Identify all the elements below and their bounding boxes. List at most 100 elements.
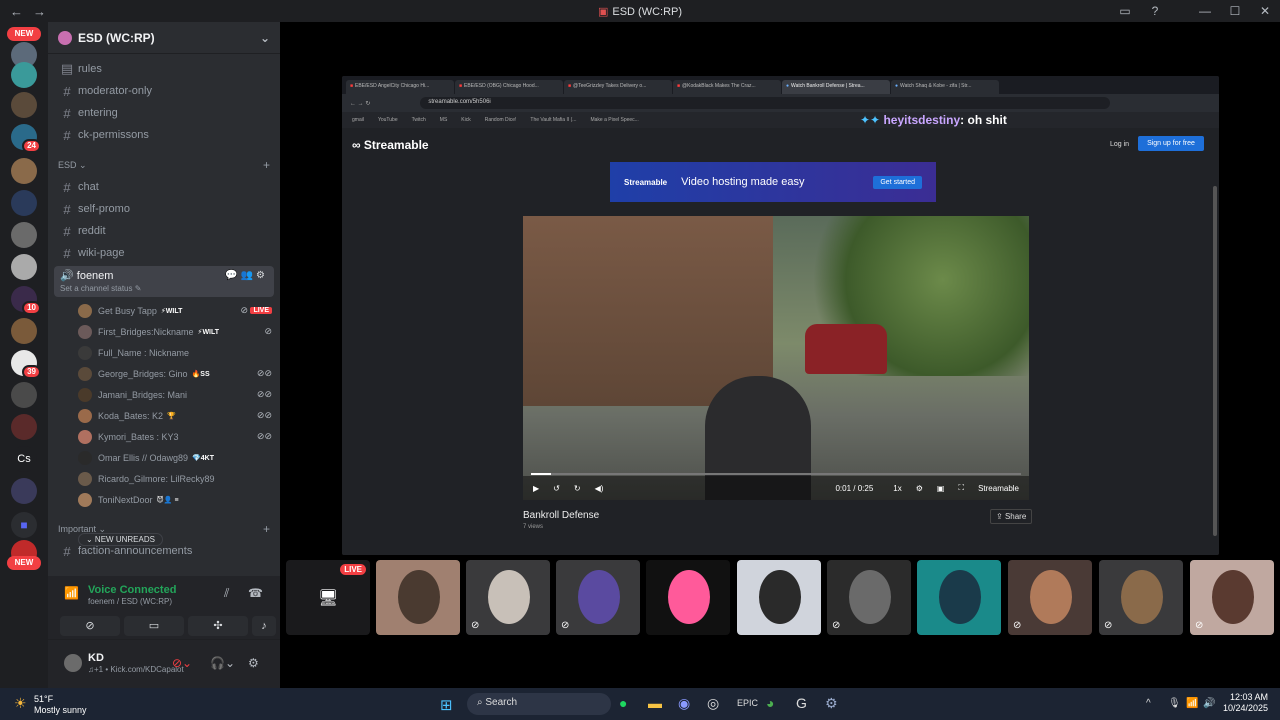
voice-member[interactable]: George_Bridges: Gino 🔥SS ⊘⊘ bbox=[48, 363, 280, 384]
settings-gear-icon[interactable]: ⚙ bbox=[248, 656, 259, 670]
chrome-icon[interactable]: ◕ bbox=[766, 695, 774, 711]
voice-member[interactable]: First_Bridges:Nickname ⚡WILT ⊘ bbox=[48, 321, 280, 342]
server-icon[interactable] bbox=[11, 478, 37, 504]
server-avatar bbox=[58, 30, 72, 45]
channel-ck-permissons[interactable]: # ck-permissons bbox=[48, 124, 280, 146]
participant-tile[interactable]: ⊘ bbox=[827, 560, 911, 635]
channel-moderator-only[interactable]: # moderator-only bbox=[48, 80, 280, 102]
avatar bbox=[78, 492, 92, 507]
voice-channel-actions[interactable]: 💬👥⚙ bbox=[225, 270, 268, 281]
file-explorer-icon[interactable]: ▬ bbox=[648, 695, 662, 711]
server-icon[interactable] bbox=[11, 318, 37, 344]
channel-reddit[interactable]: # reddit bbox=[48, 220, 280, 242]
user-avatar[interactable] bbox=[64, 654, 82, 672]
back-arrow-icon[interactable]: ← bbox=[10, 4, 23, 19]
server-icon[interactable] bbox=[11, 414, 37, 440]
voice-member[interactable]: Ricardo_Gilmore: LilRecky89 bbox=[48, 468, 280, 489]
server-header[interactable]: ESD (WC:RP) ⌄ bbox=[48, 22, 280, 54]
taskbar-search[interactable]: ⌕ Search bbox=[467, 693, 611, 715]
participant-tile[interactable] bbox=[917, 560, 1001, 635]
new-badge-bottom[interactable]: NEW bbox=[7, 556, 41, 570]
tray-wifi-icon[interactable]: 📶 bbox=[1186, 698, 1198, 709]
server-icon[interactable] bbox=[11, 92, 37, 118]
channel-self-promo[interactable]: # self-promo bbox=[48, 198, 280, 220]
inbox-icon[interactable]: ▭ bbox=[1110, 4, 1140, 18]
participant-tile[interactable]: ⊘ bbox=[1190, 560, 1274, 635]
channel-rules[interactable]: ▤ rules bbox=[48, 58, 280, 80]
channel-status[interactable]: Set a channel status ✎ bbox=[60, 284, 268, 293]
add-channel-icon[interactable]: + bbox=[263, 158, 270, 172]
close-icon[interactable]: ✕ bbox=[1250, 4, 1280, 18]
category-esd[interactable]: ESD ⌄ + bbox=[48, 154, 280, 176]
browser-tab[interactable]: ■ @KodakBlack Makes The Craz... bbox=[673, 80, 781, 94]
taskbar-clock[interactable]: 12:03 AM 10/24/2025 bbox=[1223, 692, 1268, 714]
signal-icon[interactable]: 📶 bbox=[64, 586, 79, 600]
app-icon[interactable]: ◎ bbox=[707, 695, 719, 712]
mute-mic-icon[interactable]: ⊘⌄ bbox=[172, 656, 192, 670]
noise-suppression-icon[interactable]: ⫽ bbox=[224, 586, 229, 601]
participant-tile[interactable] bbox=[376, 560, 460, 635]
chevron-down-icon[interactable]: ⌄ bbox=[260, 31, 270, 45]
camera-button[interactable]: ⊘ bbox=[60, 616, 120, 636]
server-icon[interactable]: 10 bbox=[11, 286, 41, 315]
channel-entering[interactable]: # entering bbox=[48, 102, 280, 124]
user-name[interactable]: KD bbox=[88, 652, 104, 664]
headphones-icon[interactable]: 🎧⌄ bbox=[210, 656, 235, 670]
channel-wiki-page[interactable]: # wiki-page bbox=[48, 242, 280, 264]
participant-tile[interactable]: ⊘ bbox=[466, 560, 550, 635]
voice-member[interactable]: Jamani_Bridges: Mani ⊘⊘ bbox=[48, 384, 280, 405]
steam-icon[interactable]: ⚙ bbox=[825, 695, 838, 712]
server-icon[interactable] bbox=[11, 62, 37, 88]
participant-tile-stream[interactable]: 🖥 LIVE bbox=[286, 560, 370, 635]
minimize-icon[interactable]: — bbox=[1190, 4, 1220, 18]
tray-chevron-icon[interactable]: ^ bbox=[1146, 698, 1151, 709]
screen-share-view[interactable]: ■ EBE/ESD AngelCity Chicago Hi... ■ EBE/ES… bbox=[342, 76, 1219, 555]
server-icon-cs[interactable]: Cs bbox=[11, 446, 37, 472]
forward-arrow-icon[interactable]: → bbox=[33, 4, 46, 19]
channel-chat[interactable]: # chat bbox=[48, 176, 280, 198]
epic-games-icon[interactable]: EPIC bbox=[737, 698, 758, 708]
server-icon[interactable] bbox=[11, 254, 37, 280]
participant-tile[interactable] bbox=[737, 560, 821, 635]
participant-tile[interactable]: ⊘ bbox=[556, 560, 640, 635]
voice-member[interactable]: Kymori_Bates : KY3 ⊘⊘ bbox=[48, 426, 280, 447]
voice-member[interactable]: Get Busy Tapp ⚡WILT ⊘ LIVE bbox=[48, 300, 280, 321]
server-icon[interactable]: 24 bbox=[11, 124, 41, 153]
voice-member[interactable]: ToniNextDoor 😈👤 ≡ bbox=[48, 489, 280, 510]
voice-member[interactable]: Koda_Bates: K2 🏆 ⊘⊘ bbox=[48, 405, 280, 426]
voice-member[interactable]: Full_Name : Nickname bbox=[48, 342, 280, 363]
voice-member[interactable]: Omar Ellis // Odawg89 💎4KT bbox=[48, 447, 280, 468]
spotify-icon[interactable]: ● bbox=[619, 695, 627, 711]
soundboard-button[interactable]: ♪ bbox=[252, 616, 276, 636]
browser-tab[interactable]: ■ EBE/ESD (OBG) Chicago Hood... bbox=[455, 80, 563, 94]
server-icon[interactable] bbox=[11, 190, 37, 216]
participant-tile[interactable] bbox=[646, 560, 730, 635]
tray-mic-icon[interactable]: 🎙 bbox=[1168, 698, 1181, 709]
discord-icon[interactable]: ◉ bbox=[678, 695, 690, 712]
activities-button[interactable]: ✣ bbox=[188, 616, 248, 636]
folder-icon[interactable]: ■ bbox=[11, 512, 37, 538]
server-icon[interactable] bbox=[11, 222, 37, 248]
voice-connected-subtitle[interactable]: foenem / ESD (WC:RP) bbox=[88, 597, 172, 606]
tray-volume-icon[interactable]: 🔊 bbox=[1203, 698, 1215, 709]
screenshare-button[interactable]: ▭ bbox=[124, 616, 184, 636]
server-icon[interactable] bbox=[11, 382, 37, 408]
new-unreads-pill[interactable]: ⌄ NEW UNREADS bbox=[78, 533, 163, 546]
voice-connected-title[interactable]: Voice Connected bbox=[88, 584, 176, 596]
windows-start-icon[interactable]: ⊞ bbox=[440, 696, 453, 714]
participant-tile[interactable]: ⊘ bbox=[1099, 560, 1183, 635]
browser-tab[interactable]: ● Watch Shaq & Kobe - zifa | Str... bbox=[891, 80, 999, 94]
server-icon[interactable]: 39 bbox=[11, 350, 41, 379]
browser-tab-active[interactable]: ● Watch Bankroll Defense | Strea... bbox=[782, 80, 890, 94]
participant-tile[interactable]: ⊘ bbox=[1008, 560, 1092, 635]
new-badge-top[interactable]: NEW bbox=[7, 27, 41, 41]
disconnect-icon[interactable]: ☎ bbox=[248, 586, 263, 600]
help-icon[interactable]: ? bbox=[1140, 4, 1170, 18]
add-channel-icon[interactable]: + bbox=[263, 522, 270, 536]
browser-tab[interactable]: ■ @TeeGrizzley Takes Delivery o... bbox=[564, 80, 672, 94]
browser-tab[interactable]: ■ EBE/ESD AngelCity Chicago Hi... bbox=[346, 80, 454, 94]
maximize-icon[interactable]: ☐ bbox=[1220, 4, 1250, 18]
server-icon[interactable] bbox=[11, 158, 37, 184]
voice-channel-foenem[interactable]: 🔊 foenem Set a channel status ✎ 💬👥⚙ bbox=[54, 266, 274, 297]
app-g-icon[interactable]: G bbox=[796, 695, 807, 711]
